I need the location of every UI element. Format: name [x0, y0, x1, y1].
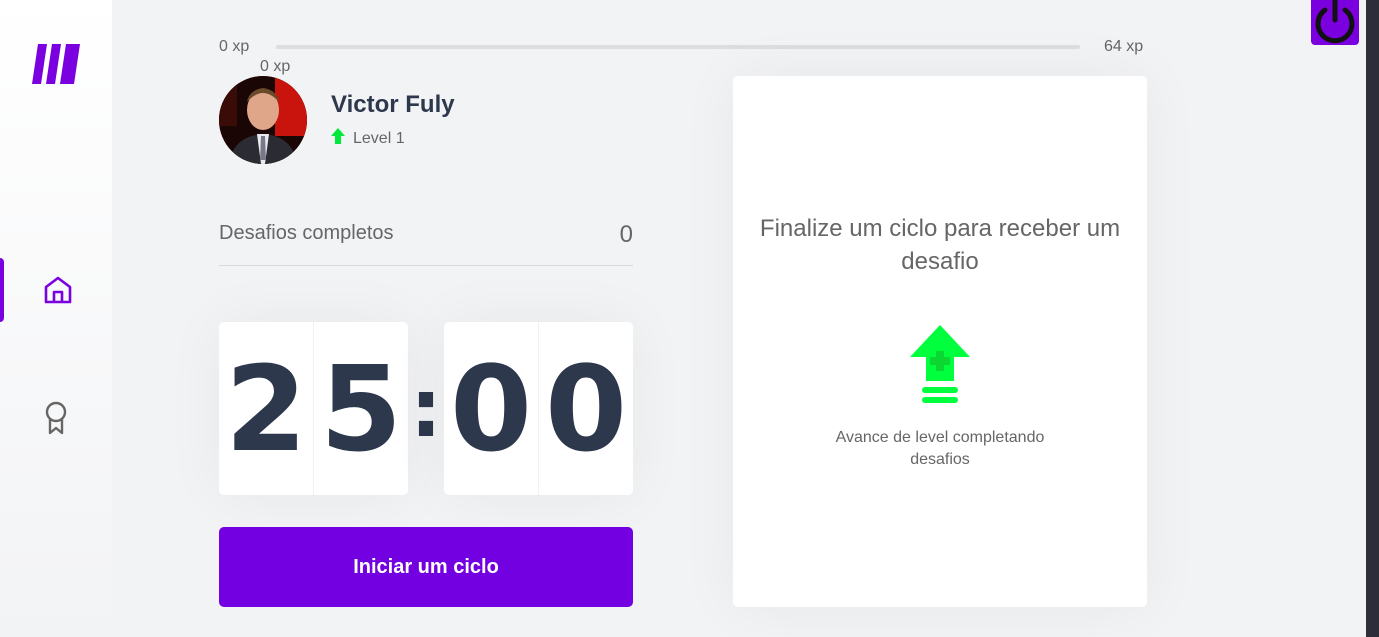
sidebar-item-home[interactable]: [0, 258, 112, 322]
xp-current-label: 0 xp: [260, 58, 291, 75]
level-up-icon: [910, 325, 970, 412]
logout-button[interactable]: [1311, 0, 1359, 45]
countdown-second-tens: 0: [444, 322, 539, 495]
sidebar-item-award[interactable]: [0, 390, 112, 446]
challenge-box-title: Finalize um ciclo para receber um desafi…: [759, 215, 1121, 275]
xp-min-label: 0 xp: [219, 38, 250, 55]
award-icon: [42, 401, 70, 440]
xp-progress-bar: [276, 45, 1080, 49]
xp-max-label: 64 xp: [1104, 38, 1144, 55]
home-icon: [42, 274, 74, 311]
countdown-minute-tens: 2: [219, 322, 314, 495]
challenge-box-hint: Avance de level completando desafios: [835, 429, 1045, 468]
countdown-separator: :: [410, 362, 442, 455]
level-indicator: Level 1: [331, 128, 405, 149]
window-edge: [1366, 0, 1379, 637]
completed-challenges-count: 0: [619, 221, 633, 248]
countdown-second-ones: 0: [544, 339, 628, 478]
challenge-box: Finalize um ciclo para receber um desafi…: [733, 76, 1147, 607]
avatar: [219, 76, 307, 164]
completed-challenges: Desafios completos 0: [219, 218, 633, 266]
start-cycle-button[interactable]: Iniciar um ciclo: [219, 527, 633, 607]
completed-challenges-label: Desafios completos: [219, 222, 394, 244]
level-up-icon: [331, 128, 345, 149]
countdown-minutes: 2 5: [219, 322, 408, 495]
countdown-minute-ones: 5: [319, 339, 403, 478]
power-icon: [1311, 0, 1359, 45]
profile-name: Victor Fuly: [331, 91, 455, 118]
moveit-logo[interactable]: [32, 44, 80, 88]
sidebar: [0, 0, 112, 637]
active-indicator: [0, 258, 4, 322]
countdown-seconds: 0 0: [444, 322, 633, 495]
level-label: Level 1: [353, 129, 405, 147]
